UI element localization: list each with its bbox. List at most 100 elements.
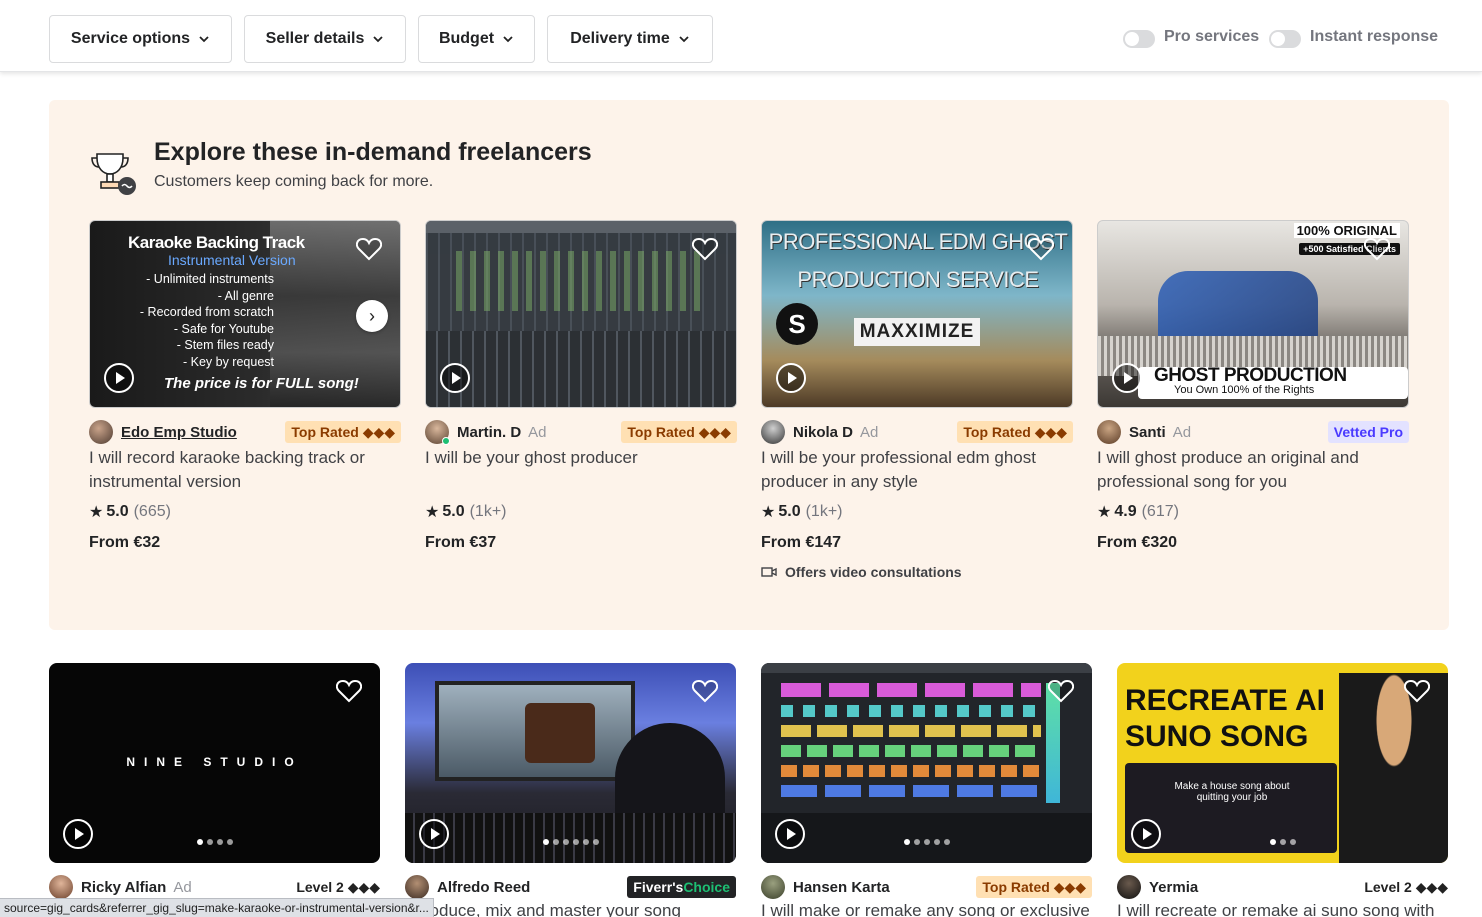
gig-thumbnail[interactable]: NINE STUDIO bbox=[49, 663, 380, 863]
chevron-down-icon bbox=[199, 36, 209, 43]
gig-card[interactable]: 100% ORIGINAL +500 Satisfied Clients GHO… bbox=[1097, 220, 1409, 552]
thumb-feature: - Stem files ready bbox=[176, 338, 274, 352]
heart-icon[interactable] bbox=[356, 237, 382, 261]
chevron-right-icon[interactable]: › bbox=[356, 300, 388, 332]
seller-details-dropdown[interactable]: Seller details bbox=[244, 15, 406, 63]
avatar[interactable] bbox=[425, 420, 450, 445]
seller-name[interactable]: Santi bbox=[1129, 424, 1166, 441]
avatar[interactable] bbox=[49, 875, 73, 899]
thumb-subline: PRODUCTION SERVICE bbox=[797, 267, 1039, 292]
seller-name[interactable]: Nikola D bbox=[793, 424, 853, 441]
heart-icon[interactable] bbox=[1048, 679, 1074, 703]
play-icon[interactable] bbox=[63, 819, 93, 849]
heart-icon[interactable] bbox=[1364, 237, 1390, 261]
carousel-dots[interactable] bbox=[196, 839, 233, 845]
seller-row: Santi Ad Vetted Pro bbox=[1097, 420, 1409, 444]
gig-price[interactable]: From €32 bbox=[89, 534, 401, 552]
pro-services-toggle[interactable] bbox=[1123, 30, 1155, 48]
daw-toolbar bbox=[426, 221, 736, 233]
play-icon[interactable] bbox=[775, 819, 805, 849]
gig-thumbnail[interactable] bbox=[425, 220, 737, 408]
gig-thumbnail[interactable]: PROFESSIONAL EDM GHOST PRODUCTION SERVIC… bbox=[761, 220, 1073, 408]
chevron-down-icon bbox=[679, 36, 689, 43]
thumb-subline: Instrumental Version bbox=[168, 252, 296, 268]
seller-name[interactable]: Yermia bbox=[1149, 879, 1198, 896]
avatar[interactable] bbox=[1117, 875, 1141, 899]
thumb-banner-sub: You Own 100% of the Rights bbox=[1174, 384, 1315, 396]
gig-card[interactable]: Karaoke Backing Track Instrumental Versi… bbox=[89, 220, 401, 552]
carousel-dots[interactable] bbox=[903, 839, 950, 845]
gig-title[interactable]: I will ghost produce an original and pro… bbox=[1097, 446, 1409, 494]
thumb-feature: - Safe for Youtube bbox=[173, 321, 274, 336]
seller-name[interactable]: Edo Emp Studio bbox=[121, 424, 237, 441]
play-icon[interactable] bbox=[1112, 363, 1142, 393]
seller-row: Nikola D Ad Top Rated ◆◆◆ bbox=[761, 420, 1073, 444]
gig-thumbnail[interactable]: RECREATE AI SUNO SONG Make a house song … bbox=[1117, 663, 1448, 863]
gig-thumbnail[interactable]: Karaoke Backing Track Instrumental Versi… bbox=[89, 220, 401, 408]
in-demand-freelancers-section: Explore these in-demand freelancers Cust… bbox=[49, 100, 1449, 630]
gig-title[interactable]: I produce, mix and master your song bbox=[405, 899, 736, 917]
gig-card[interactable]: PROFESSIONAL EDM GHOST PRODUCTION SERVIC… bbox=[761, 220, 1073, 580]
play-icon[interactable] bbox=[1131, 819, 1161, 849]
gig-price[interactable]: From €147 bbox=[761, 534, 1073, 552]
seller-row: Yermia Level 2 ◆◆◆ bbox=[1117, 875, 1448, 899]
avatar[interactable] bbox=[405, 875, 429, 899]
avatar[interactable] bbox=[1097, 420, 1121, 444]
seller-name[interactable]: Alfredo Reed bbox=[437, 879, 530, 896]
gig-thumbnail[interactable] bbox=[761, 663, 1092, 863]
thumb-headline-line: RECREATE AI bbox=[1125, 684, 1326, 717]
section-title: Explore these in-demand freelancers bbox=[154, 138, 592, 166]
heart-icon[interactable] bbox=[692, 237, 718, 261]
avatar[interactable] bbox=[761, 875, 785, 899]
gig-price[interactable]: From €320 bbox=[1097, 534, 1409, 552]
daw-device-panel bbox=[761, 813, 1092, 863]
heart-icon[interactable] bbox=[1028, 237, 1054, 261]
gig-title[interactable]: I will be your ghost producer bbox=[425, 446, 737, 494]
service-options-dropdown[interactable]: Service options bbox=[49, 15, 232, 63]
ad-label: Ad bbox=[528, 423, 547, 441]
seller-name[interactable]: Martin. D bbox=[457, 424, 521, 441]
top-rated-badge: Top Rated ◆◆◆ bbox=[285, 421, 401, 443]
seller-name[interactable]: Ricky Alfian bbox=[81, 879, 166, 896]
gig-price[interactable]: From €37 bbox=[425, 534, 737, 552]
section-subtitle: Customers keep coming back for more. bbox=[154, 173, 434, 190]
carousel-dots[interactable] bbox=[1269, 839, 1296, 845]
rating: ★ 4.9 (617) bbox=[1097, 502, 1409, 522]
play-icon[interactable] bbox=[104, 363, 134, 393]
chevron-down-icon bbox=[503, 36, 513, 43]
gig-card[interactable]: RECREATE AI SUNO SONG Make a house song … bbox=[1117, 663, 1448, 917]
star-icon: ★ bbox=[425, 504, 440, 521]
avatar[interactable] bbox=[89, 420, 113, 444]
gig-title[interactable]: I will be your professional edm ghost pr… bbox=[761, 446, 1073, 494]
gig-card[interactable]: NINE STUDIO Ricky Alfian Ad Level 2 ◆◆◆ bbox=[49, 663, 380, 899]
gig-title[interactable]: I will record karaoke backing track or i… bbox=[89, 446, 401, 494]
rating-value: 5.0 bbox=[442, 503, 465, 520]
gig-title[interactable]: I will recreate or remake ai suno song w… bbox=[1117, 899, 1448, 917]
play-icon[interactable] bbox=[776, 363, 806, 393]
vetted-pro-badge: Vetted Pro bbox=[1327, 421, 1409, 443]
instant-response-toggle[interactable] bbox=[1269, 30, 1301, 48]
delivery-time-dropdown[interactable]: Delivery time bbox=[547, 15, 713, 63]
gig-title[interactable]: I will make or remake any song or exclus… bbox=[761, 899, 1092, 917]
producer-photo bbox=[1158, 271, 1318, 341]
seller-name[interactable]: Hansen Karta bbox=[793, 879, 890, 896]
thumb-feature-list: - Unlimited instruments - All genre - Re… bbox=[140, 271, 274, 370]
gig-card[interactable]: Martin. D Ad Top Rated ◆◆◆ I will be you… bbox=[425, 220, 737, 552]
gig-card[interactable]: Alfredo Reed Fiverr's Choice I produce, … bbox=[405, 663, 736, 917]
gig-thumbnail[interactable] bbox=[405, 663, 736, 863]
gig-thumbnail[interactable]: 100% ORIGINAL +500 Satisfied Clients GHO… bbox=[1097, 220, 1409, 408]
play-icon[interactable] bbox=[419, 819, 449, 849]
heart-icon[interactable] bbox=[692, 679, 718, 703]
heart-icon[interactable] bbox=[1404, 679, 1430, 703]
daw-track bbox=[781, 765, 1041, 777]
play-icon[interactable] bbox=[440, 363, 470, 393]
heart-icon[interactable] bbox=[336, 679, 362, 703]
video-camera-icon bbox=[761, 567, 777, 577]
gig-card[interactable]: Hansen Karta Top Rated ◆◆◆ I will make o… bbox=[761, 663, 1092, 917]
thumb-headline: RECREATE AI SUNO SONG bbox=[1125, 683, 1325, 755]
star-icon: ★ bbox=[761, 504, 776, 521]
carousel-dots[interactable] bbox=[542, 839, 599, 845]
avatar[interactable] bbox=[761, 420, 785, 444]
budget-dropdown[interactable]: Budget bbox=[418, 15, 535, 63]
rating: ★ 5.0 (1k+) bbox=[425, 502, 737, 522]
